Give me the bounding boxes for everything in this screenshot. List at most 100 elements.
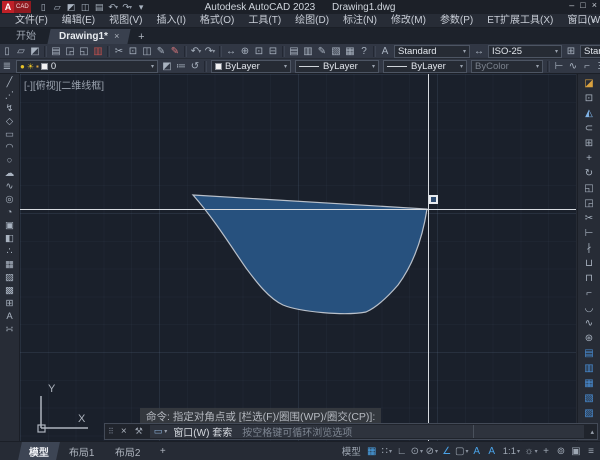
ellipse-arc-icon[interactable]: ◔ [2, 206, 18, 219]
grid-icon[interactable]: ▦ [365, 443, 379, 459]
tab-model[interactable]: 模型 [18, 442, 60, 460]
line-icon[interactable]: ╱ [2, 76, 18, 89]
selection-mode-icon[interactable]: ▭ [154, 426, 163, 437]
menu-tools[interactable]: 工具(T) [241, 14, 288, 28]
autocad-logo[interactable]: A CAD [2, 1, 31, 13]
edit-block-icon[interactable]: ✎ [168, 44, 182, 58]
annotation-visibility-icon[interactable]: A [470, 443, 484, 459]
zoom-previous-icon[interactable]: ⊟ [266, 44, 280, 58]
maximize-button[interactable]: □ [580, 0, 585, 10]
isometric-drafting-icon[interactable]: ⊘▾ [425, 443, 439, 459]
region-icon[interactable]: ▩ [2, 284, 18, 297]
scale-icon[interactable]: ◱ [581, 181, 597, 196]
blend-curves-icon[interactable]: ∿ [581, 316, 597, 331]
new-icon[interactable]: ▯ [0, 44, 14, 58]
dim-style-combo[interactable]: ISO-25▾ [488, 45, 562, 58]
text-style-combo[interactable]: Standard▾ [394, 45, 470, 58]
match-properties-icon[interactable]: ✎ [154, 44, 168, 58]
plot-preview-icon[interactable]: ◲ [63, 44, 77, 58]
redo-icon[interactable]: ↷▾ [203, 44, 217, 58]
make-object-layer-current-icon[interactable]: ◩ [160, 59, 174, 73]
break-icon[interactable]: ⊔ [581, 256, 597, 271]
plot-icon[interactable]: ▤ [49, 44, 63, 58]
draworder-under-icon[interactable]: ▧ [581, 391, 597, 406]
tab-layout2[interactable]: 布局2 [104, 442, 151, 460]
command-input[interactable]: ▭ ▾ 窗口(W) 套索 按空格键可循环浏览选项 [150, 425, 585, 438]
break-at-point-icon[interactable]: ∤ [581, 241, 597, 256]
draworder-above-icon[interactable]: ▦ [581, 376, 597, 391]
qat-redo-icon[interactable]: ↷▾ [121, 0, 134, 14]
text-to-front-icon[interactable]: ▨ [581, 406, 597, 421]
mirror-icon[interactable]: ◭ [581, 106, 597, 121]
insert-block-icon[interactable]: ▣ [2, 219, 18, 232]
dim-style-icon[interactable]: ↔ [472, 44, 486, 58]
command-grip-handle[interactable]: ⠿ [105, 427, 117, 436]
new-tab-button[interactable]: + [132, 31, 150, 44]
clean-screen-icon[interactable]: ▣ [569, 443, 583, 459]
menu-express[interactable]: ET扩展工具(X) [480, 14, 560, 28]
menu-view[interactable]: 视图(V) [102, 14, 149, 28]
offset-icon[interactable]: ⊂ [581, 121, 597, 136]
dim-baseline-icon[interactable]: Ξ [594, 59, 600, 73]
undo-icon[interactable]: ↶▾ [189, 44, 203, 58]
revcloud-icon[interactable]: ☁ [2, 167, 18, 180]
qat-undo-icon[interactable]: ↶▾ [107, 0, 120, 14]
publish-icon[interactable]: ◱ [77, 44, 91, 58]
color-combo[interactable]: ByLayer▾ [211, 60, 291, 73]
quickcalc-icon[interactable]: ▦ [343, 44, 357, 58]
chamfer-icon[interactable]: ⌐ [581, 286, 597, 301]
osnap-tracking-icon[interactable]: ∠ [440, 443, 454, 459]
menu-edit[interactable]: 编辑(E) [55, 14, 102, 28]
layer-properties-icon[interactable]: ≣ [0, 59, 14, 73]
paste-icon[interactable]: ◫ [140, 44, 154, 58]
move-icon[interactable]: + [581, 151, 597, 166]
tab-close-icon[interactable]: × [114, 31, 119, 41]
tab-add-layout[interactable]: + [149, 442, 177, 460]
cut-icon[interactable]: ✂ [112, 44, 126, 58]
command-customize-wrench-icon[interactable]: ⚒ [131, 426, 147, 437]
explode-icon[interactable]: ⊛ [581, 331, 597, 346]
tab-start[interactable]: 开始 [4, 25, 48, 44]
circle-icon[interactable]: ○ [2, 154, 18, 167]
annotation-scale-value[interactable]: 1:1▾ [500, 443, 523, 459]
spline-icon[interactable]: ∿ [2, 180, 18, 193]
tab-drawing1[interactable]: Drawing1*× [47, 29, 130, 44]
tab-layout1[interactable]: 布局1 [58, 442, 105, 460]
layer-combo[interactable]: ● ☀ ▪ 0 ▾ [16, 60, 158, 73]
ellipse-icon[interactable]: ◎ [2, 193, 18, 206]
zoom-window-icon[interactable]: ⊡ [252, 44, 266, 58]
properties-palette-icon[interactable]: ▤ [287, 44, 301, 58]
menu-insert[interactable]: 插入(I) [149, 14, 192, 28]
designcenter-icon[interactable]: ▥ [301, 44, 315, 58]
command-scroll-up-icon[interactable]: ▴ [587, 428, 597, 436]
join-icon[interactable]: ⊓ [581, 271, 597, 286]
erase-icon[interactable]: ◪ [581, 76, 597, 91]
polyline-icon[interactable]: ↯ [2, 102, 18, 115]
ortho-icon[interactable]: ∟ [395, 443, 409, 459]
qat-open-icon[interactable]: ▱ [51, 0, 64, 14]
menu-draw[interactable]: 绘图(D) [288, 14, 336, 28]
mleader-icon[interactable]: ∿ [566, 59, 580, 73]
linetype-combo[interactable]: ByLayer▾ [295, 60, 379, 73]
save-icon[interactable]: ◩ [28, 44, 42, 58]
pan-icon[interactable]: ↔ [224, 44, 238, 58]
dim-angular-icon[interactable]: ⌐ [580, 59, 594, 73]
doc-close-button[interactable]: × [591, 16, 596, 25]
layer-previous-icon[interactable]: ↺ [188, 59, 202, 73]
menu-format[interactable]: 格式(O) [193, 14, 241, 28]
qat-save-icon[interactable]: ◩ [65, 0, 78, 14]
rectangle-icon[interactable]: ▭ [2, 128, 18, 141]
stretch-icon[interactable]: ◲ [581, 196, 597, 211]
mtext-icon[interactable]: A [2, 310, 18, 323]
help-icon[interactable]: ? [357, 44, 371, 58]
annotation-autoscale-icon[interactable]: A [485, 443, 499, 459]
isolate-objects-icon[interactable]: ⊚ [554, 443, 568, 459]
zoom-realtime-icon[interactable]: ⊕ [238, 44, 252, 58]
annotation-monitor-icon[interactable]: + [539, 443, 553, 459]
add-selected-icon[interactable]: ∺ [2, 323, 18, 336]
minimize-button[interactable]: – [569, 0, 574, 10]
gradient-icon[interactable]: ▨ [2, 271, 18, 284]
table-style-combo[interactable]: Standard [580, 45, 600, 58]
array-icon[interactable]: ⊞ [581, 136, 597, 151]
table-style-icon[interactable]: ⊞ [564, 44, 578, 58]
